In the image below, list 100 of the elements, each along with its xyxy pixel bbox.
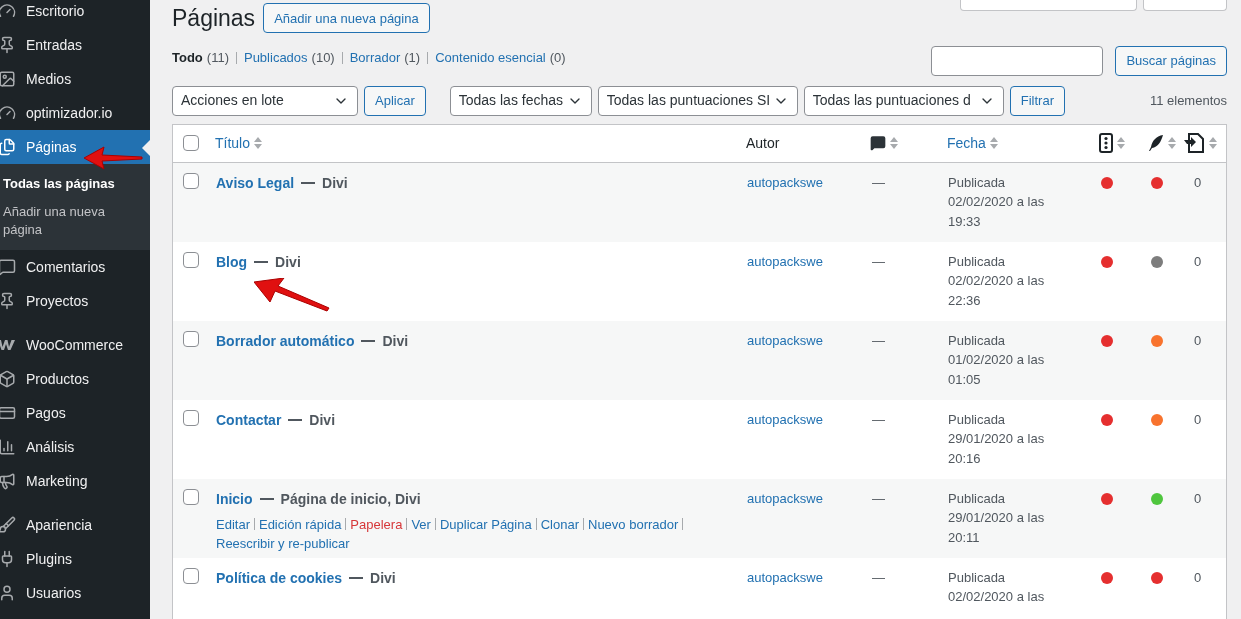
bar-chart-icon: [0, 438, 16, 456]
page-title: Páginas: [172, 4, 256, 33]
select-all-checkbox[interactable]: [183, 135, 199, 151]
author-link[interactable]: autopackswe: [747, 251, 823, 271]
view-count: (10): [311, 48, 335, 67]
apply-button[interactable]: Aplicar: [364, 85, 426, 116]
sidebar-item[interactable]: Páginas: [0, 130, 150, 164]
dropdown-select[interactable]: Acciones en lote: [172, 85, 358, 116]
sort-arrows-icon: [1117, 136, 1125, 150]
sidebar-item[interactable]: Proyectos: [0, 284, 150, 318]
dropdown-select[interactable]: Todas las fechas: [449, 85, 592, 116]
page-state: Divi: [370, 568, 396, 588]
comment-count: —: [872, 173, 885, 192]
w-logo-icon: [0, 339, 16, 351]
publish-date: Publicada 02/02/2020 a las 22:36: [948, 252, 1045, 310]
row-action-link[interactable]: Reescribir y re-publicar: [216, 533, 350, 553]
sidebar-item[interactable]: Pagos: [0, 396, 150, 430]
view-filter-link[interactable]: Borrador: [349, 47, 401, 68]
row-action-link[interactable]: Duplicar Página: [439, 514, 532, 534]
pin-icon: [0, 292, 16, 310]
box-icon: [0, 370, 16, 388]
row-action-link[interactable]: Ver: [411, 514, 431, 534]
column-header-link[interactable]: Título: [215, 132, 262, 154]
view-filter-link[interactable]: Todo: [172, 47, 203, 68]
sidebar-item[interactable]: WooCommerce: [0, 328, 150, 362]
sort-arrows-icon: [989, 136, 998, 150]
filter-button[interactable]: Filtrar: [1009, 85, 1065, 116]
author-link[interactable]: autopackswe: [747, 488, 823, 508]
help-tab[interactable]: [1143, 0, 1227, 11]
row-action-link[interactable]: Papelera: [350, 514, 403, 534]
row-action-link[interactable]: Editar: [216, 514, 250, 534]
view-filter-link[interactable]: Contenido esencial: [435, 47, 546, 68]
sidebar-item[interactable]: Marketing: [0, 464, 150, 498]
view-count: (11): [206, 48, 229, 67]
media-icon: [0, 70, 16, 88]
row-checkbox[interactable]: [183, 251, 199, 268]
link-count: 0: [1194, 568, 1202, 587]
megaphone-icon: [0, 472, 16, 490]
arrow-annotation: [84, 146, 144, 170]
comment-count: —: [872, 410, 885, 429]
page-title-link[interactable]: Inicio: [216, 488, 253, 510]
publish-date: Publicada 02/02/2020 a las 19:33: [948, 173, 1045, 231]
page-title-link[interactable]: Aviso Legal: [216, 172, 295, 194]
row-checkbox[interactable]: [183, 488, 199, 505]
sidebar-item[interactable]: Medios: [0, 62, 150, 96]
sort-arrows-icon: [1209, 136, 1217, 150]
screen-options-tab[interactable]: [960, 0, 1137, 11]
view-filter-link[interactable]: Publicados: [243, 47, 308, 68]
publish-date: Publicada 29/01/2020 a las 20:11: [948, 489, 1045, 547]
author-link[interactable]: autopackswe: [747, 172, 823, 192]
view-count: (1): [404, 48, 421, 67]
page-title-link[interactable]: Política de cookies: [216, 567, 343, 589]
comment-count: —: [872, 252, 885, 271]
row-action-link[interactable]: Nuevo borrador: [588, 514, 679, 534]
link-count: 0: [1194, 173, 1202, 192]
link-count: 0: [1194, 410, 1202, 429]
row-checkbox[interactable]: [183, 172, 199, 189]
page-title-link[interactable]: Contactar: [216, 409, 282, 431]
dropdown-select[interactable]: Todas las puntuaciones d: [803, 85, 1004, 116]
speech-bubble-icon: [0, 258, 16, 276]
sort-arrows-icon: [254, 136, 262, 150]
sidebar-item[interactable]: Análisis: [0, 430, 150, 464]
submenu-item[interactable]: Todas las páginas: [0, 170, 150, 198]
dropdown-select[interactable]: Todas las puntuaciones SI: [597, 85, 798, 116]
comment-icon: [870, 135, 886, 151]
traffic-light-icon: [1099, 133, 1113, 153]
comment-count: —: [872, 331, 885, 350]
author-link[interactable]: autopackswe: [747, 330, 823, 350]
sidebar-item[interactable]: Escritorio: [0, 0, 150, 28]
publish-date: Publicada 02/02/2020 a las: [948, 568, 1045, 606]
row-checkbox[interactable]: [183, 330, 199, 347]
page-title-link[interactable]: Blog: [216, 251, 248, 273]
add-new-page-button[interactable]: Añadir una nueva página: [263, 3, 430, 34]
row-checkbox[interactable]: [183, 409, 199, 426]
link-count: 0: [1194, 489, 1202, 508]
search-pages-button[interactable]: Buscar páginas: [1115, 45, 1227, 76]
search-field[interactable]: [931, 45, 1104, 76]
pin-icon: [0, 36, 16, 54]
sidebar-item[interactable]: optimizador.io: [0, 96, 150, 130]
row-action-link[interactable]: Clonar: [540, 514, 579, 534]
link-count: 0: [1194, 252, 1202, 271]
page-state: Divi: [382, 331, 409, 351]
row-checkbox[interactable]: [183, 567, 199, 584]
column-header-link[interactable]: Fecha: [947, 132, 998, 154]
author-link[interactable]: autopackswe: [747, 409, 823, 429]
page-state: Divi: [309, 410, 336, 430]
sidebar-item[interactable]: Usuarios: [0, 576, 150, 610]
sidebar-item[interactable]: Apariencia: [0, 508, 150, 542]
sidebar-item[interactable]: Entradas: [0, 28, 150, 62]
page-state: Página de inicio, Divi: [280, 489, 421, 509]
sidebar-item[interactable]: Plugins: [0, 542, 150, 576]
comment-count: —: [872, 568, 885, 587]
sidebar-item[interactable]: Productos: [0, 362, 150, 396]
submenu-item[interactable]: Añadir una nueva página: [0, 198, 150, 244]
sidebar-item[interactable]: Comentarios: [0, 250, 150, 284]
author-link[interactable]: autopackswe: [747, 567, 823, 587]
column-header: Autor: [746, 133, 781, 153]
page-title-link[interactable]: Borrador automático: [216, 330, 355, 352]
row-action-link[interactable]: Edición rápida: [258, 514, 342, 534]
user-icon: [0, 584, 16, 602]
